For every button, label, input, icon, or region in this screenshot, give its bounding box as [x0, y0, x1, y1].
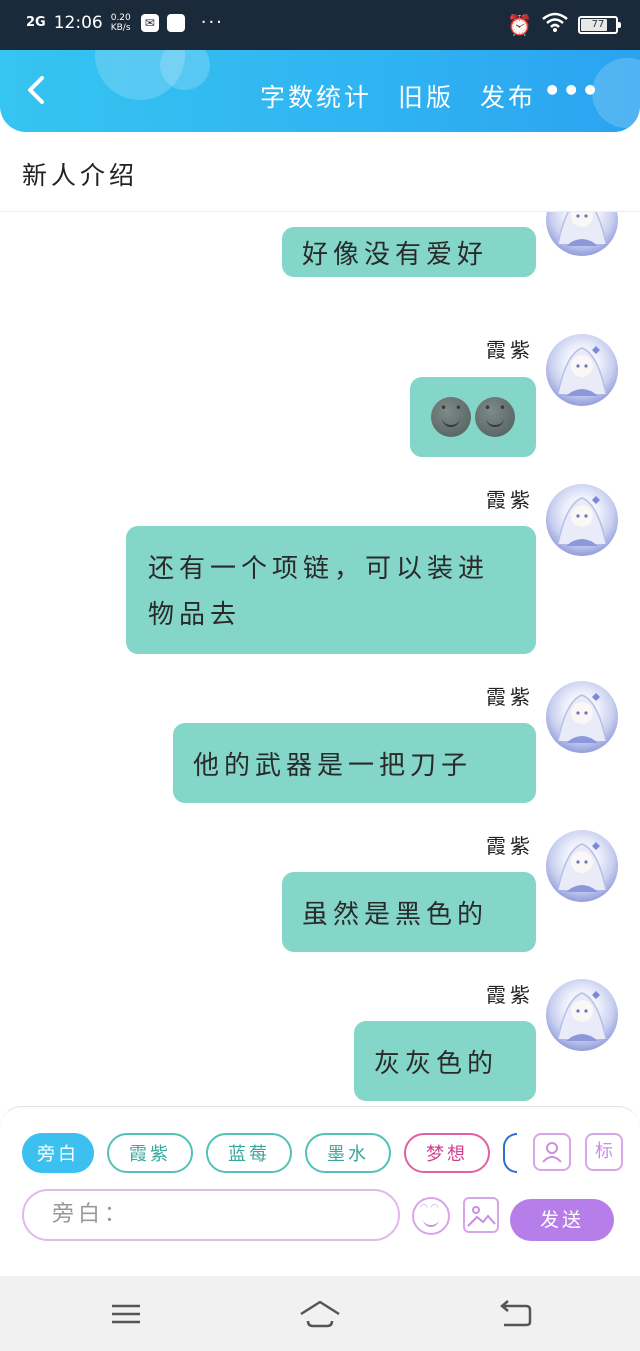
menu-icon	[112, 1304, 140, 1324]
role-more[interactable]	[503, 1133, 517, 1173]
speed-value: 0.20	[110, 12, 131, 23]
role-selector: 旁白 霞紫 蓝莓 墨水 梦想	[22, 1133, 517, 1173]
sender-name: 霞紫	[486, 834, 534, 858]
menu-nav-button[interactable]	[106, 1294, 146, 1334]
page-title: 新人介绍	[22, 161, 139, 190]
story-title-row[interactable]: 新人介绍	[0, 132, 640, 212]
avatar[interactable]	[546, 334, 618, 406]
smiley-emoji-icon	[431, 397, 471, 437]
old-version-button[interactable]: 旧版	[398, 78, 454, 114]
role-xiazi[interactable]: 霞紫	[107, 1133, 193, 1173]
send-button[interactable]: 发送	[510, 1199, 614, 1241]
smiley-emoji-icon	[475, 397, 515, 437]
tag-button[interactable]: 标	[585, 1133, 623, 1171]
avatar[interactable]	[546, 212, 618, 256]
chevron-left-icon	[28, 76, 44, 104]
back-nav-button[interactable]	[496, 1294, 536, 1334]
home-icon	[300, 1300, 340, 1328]
app-header: 字数统计 旧版 发布 •••	[0, 50, 640, 132]
image-upload-button[interactable]	[463, 1197, 499, 1233]
sender-name: 霞紫	[486, 338, 534, 362]
more-notifications-icon: ···	[200, 12, 224, 33]
avatar[interactable]	[546, 979, 618, 1051]
message-bubble[interactable]: 好像没有爱好	[282, 227, 536, 277]
role-mengxiang[interactable]: 梦想	[404, 1133, 490, 1173]
emoji-picker-button[interactable]	[412, 1197, 450, 1235]
network-speed: 0.20 KB/s	[111, 13, 133, 33]
home-nav-button[interactable]	[298, 1294, 342, 1334]
notification-icon	[166, 13, 185, 32]
message-bubble[interactable]: 还有一个项链，可以装进物品去	[126, 526, 536, 654]
character-manage-button[interactable]	[533, 1133, 571, 1171]
message-bubble[interactable]: 虽然是黑色的	[282, 872, 536, 952]
avatar[interactable]	[546, 830, 618, 902]
role-narrator[interactable]: 旁白	[22, 1133, 94, 1173]
message-bubble[interactable]	[410, 377, 536, 457]
status-bar: 2G 12:06 0.20 KB/s ✉ ··· ⏰ 77	[0, 0, 640, 50]
avatar[interactable]	[546, 681, 618, 753]
wifi-icon	[542, 12, 568, 37]
sender-name: 霞紫	[486, 983, 534, 1007]
speed-unit: KB/s	[110, 22, 131, 33]
alarm-icon: ⏰	[507, 12, 532, 37]
chat-area[interactable]: 好像没有爱好 霞紫 霞紫 还有一个项链，可以装进物品去 霞紫 他的武器是一把刀子…	[0, 212, 640, 1108]
input-panel: 旁白 霞紫 蓝莓 墨水 梦想 标 旁白： 发送	[0, 1106, 640, 1241]
system-nav-bar	[0, 1276, 640, 1351]
clock: 12:06	[53, 12, 103, 33]
more-menu-button[interactable]: •••	[543, 74, 600, 107]
battery-icon: 77	[578, 15, 621, 34]
avatar[interactable]	[546, 484, 618, 556]
role-lanmei[interactable]: 蓝莓	[206, 1133, 292, 1173]
back-button[interactable]	[20, 72, 56, 108]
message-bubble[interactable]: 灰灰色的	[354, 1021, 536, 1101]
publish-button[interactable]: 发布	[480, 78, 536, 114]
sender-name: 霞紫	[486, 685, 534, 709]
signal-indicator: 2G	[26, 15, 46, 30]
person-card-icon	[542, 1142, 562, 1163]
role-moshui[interactable]: 墨水	[305, 1133, 391, 1173]
battery-level: 77	[591, 18, 605, 30]
image-icon	[467, 1206, 496, 1227]
return-icon	[500, 1300, 532, 1327]
message-app-icon: ✉	[140, 13, 159, 32]
word-count-button[interactable]: 字数统计	[260, 78, 372, 114]
sender-name: 霞紫	[486, 488, 534, 512]
message-input[interactable]: 旁白：	[22, 1189, 400, 1241]
message-bubble[interactable]: 他的武器是一把刀子	[173, 723, 536, 803]
